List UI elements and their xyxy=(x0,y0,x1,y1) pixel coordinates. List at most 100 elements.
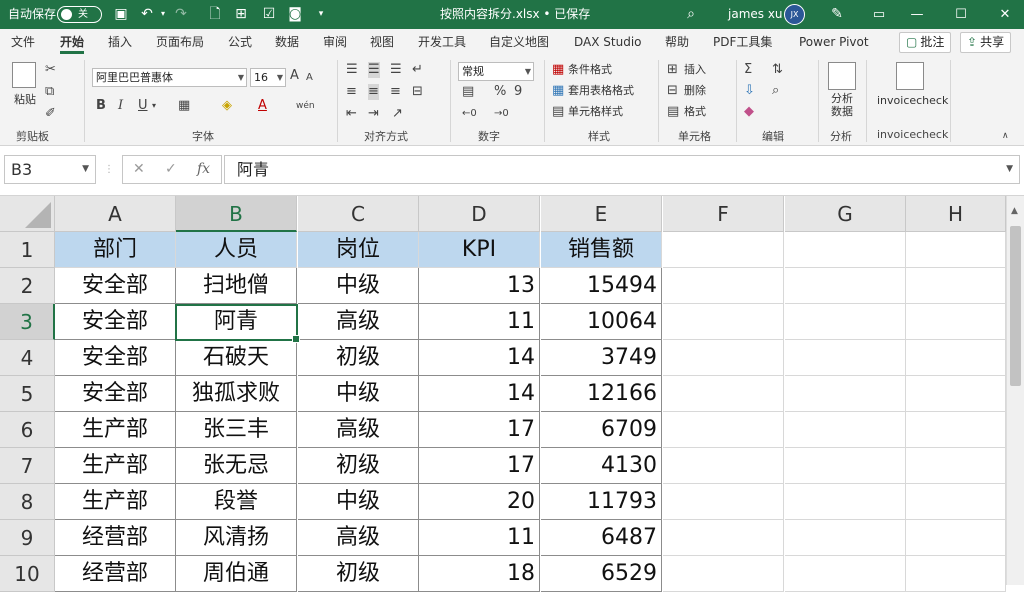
column-header-b[interactable]: B xyxy=(176,196,297,232)
table-cell[interactable]: 13 xyxy=(419,268,540,304)
empty-cell[interactable] xyxy=(785,232,906,268)
paste-icon[interactable] xyxy=(12,62,36,88)
align-center-icon[interactable]: ≡ xyxy=(368,84,379,100)
table-cell[interactable]: 20 xyxy=(419,484,540,520)
search-icon[interactable]: ⌕ xyxy=(682,5,700,23)
scroll-up-icon[interactable]: ▲ xyxy=(1011,206,1018,216)
align-middle-icon[interactable]: ☰ xyxy=(368,62,380,78)
cell-styles-button[interactable]: 单元格样式 xyxy=(568,104,623,120)
table-cell[interactable]: 安全部 xyxy=(55,340,176,376)
empty-cell[interactable] xyxy=(663,448,784,484)
cut-icon[interactable]: ✂ xyxy=(45,62,56,78)
delete-cells-icon[interactable]: ⊟ xyxy=(667,83,678,99)
conditional-format-button[interactable]: 条件格式 xyxy=(568,62,612,78)
vertical-scrollbar[interactable]: ▲ xyxy=(1006,196,1024,585)
empty-cell[interactable] xyxy=(785,448,906,484)
empty-cell[interactable] xyxy=(906,340,1006,376)
empty-cell[interactable] xyxy=(906,448,1006,484)
empty-cell[interactable] xyxy=(663,304,784,340)
empty-cell[interactable] xyxy=(906,376,1006,412)
empty-cell[interactable] xyxy=(906,268,1006,304)
empty-cell[interactable] xyxy=(785,556,906,592)
table-cell[interactable]: 10064 xyxy=(541,304,662,340)
table-cell[interactable]: 中级 xyxy=(298,484,419,520)
table-cell[interactable]: 17 xyxy=(419,448,540,484)
tab-power-pivot[interactable]: Power Pivot xyxy=(799,29,869,56)
empty-cell[interactable] xyxy=(663,556,784,592)
empty-cell[interactable] xyxy=(785,376,906,412)
tab-review[interactable]: 审阅 xyxy=(323,29,347,56)
table-header-cell[interactable]: 岗位 xyxy=(298,232,419,268)
align-bottom-icon[interactable]: ☰ xyxy=(390,62,402,78)
table-cell[interactable]: 安全部 xyxy=(55,268,176,304)
print-preview-icon[interactable]: ⊞ xyxy=(232,5,250,23)
scrollbar-thumb[interactable] xyxy=(1010,226,1021,386)
insert-cells-icon[interactable]: ⊞ xyxy=(667,62,678,78)
empty-cell[interactable] xyxy=(906,304,1006,340)
orientation-icon[interactable]: ↗ xyxy=(392,106,403,122)
drag-handle-icon[interactable]: ⋮ xyxy=(104,164,114,175)
table-cell[interactable]: 11 xyxy=(419,304,540,340)
empty-cell[interactable] xyxy=(663,520,784,556)
tab-help[interactable]: 帮助 xyxy=(665,29,689,56)
user-name[interactable]: james xu xyxy=(728,0,783,29)
empty-cell[interactable] xyxy=(663,484,784,520)
form-icon[interactable]: ☑ xyxy=(260,5,278,23)
table-cell[interactable]: 段誉 xyxy=(176,484,297,520)
cell-styles-icon[interactable]: ▤ xyxy=(552,104,564,120)
empty-cell[interactable] xyxy=(663,340,784,376)
decrease-indent-icon[interactable]: ⇤ xyxy=(346,106,357,122)
row-header-7[interactable]: 7 xyxy=(0,448,55,484)
maximize-icon[interactable]: ☐ xyxy=(942,0,980,29)
number-format-select[interactable]: 常规 ▼ xyxy=(458,62,534,81)
column-header-g[interactable]: G xyxy=(785,196,906,232)
empty-cell[interactable] xyxy=(663,232,784,268)
new-file-icon[interactable]: 🗋 xyxy=(206,5,224,23)
format-painter-icon[interactable]: ✐ xyxy=(45,106,56,122)
format-as-table-button[interactable]: 套用表格格式 xyxy=(568,83,634,99)
table-cell[interactable]: 14 xyxy=(419,376,540,412)
copy-icon[interactable]: ⧉ xyxy=(45,84,54,100)
align-top-icon[interactable]: ☰ xyxy=(346,62,358,78)
empty-cell[interactable] xyxy=(663,412,784,448)
autosum-icon[interactable]: Σ xyxy=(744,62,752,78)
empty-cell[interactable] xyxy=(663,268,784,304)
table-cell[interactable]: 安全部 xyxy=(55,376,176,412)
undo-dropdown-icon[interactable]: ▾ xyxy=(154,5,172,23)
table-cell[interactable]: 高级 xyxy=(298,412,419,448)
conditional-format-icon[interactable]: ▦ xyxy=(552,62,564,78)
row-header-3[interactable]: 3 xyxy=(0,304,55,340)
table-cell[interactable]: 初级 xyxy=(298,448,419,484)
table-cell[interactable]: 12166 xyxy=(541,376,662,412)
table-header-cell[interactable]: KPI xyxy=(419,232,540,268)
column-header-d[interactable]: D xyxy=(419,196,540,232)
analyze-data-icon[interactable] xyxy=(828,62,856,90)
share-button[interactable]: ⇪ 共享 xyxy=(960,32,1012,53)
empty-cell[interactable] xyxy=(785,340,906,376)
table-header-cell[interactable]: 销售额 xyxy=(541,232,662,268)
customize-toolbar-icon[interactable]: ▾ xyxy=(312,5,330,23)
row-header-5[interactable]: 5 xyxy=(0,376,55,412)
row-header-6[interactable]: 6 xyxy=(0,412,55,448)
spreadsheet-grid[interactable]: A B C D E F G H 1 2 3 4 5 6 7 8 9 10 部门 人员 岗位 KPI 销售额 安全部 扫地僧 中级 1… xyxy=(0,196,1024,592)
pen-icon[interactable]: ✎ xyxy=(828,5,846,23)
table-cell[interactable]: 15494 xyxy=(541,268,662,304)
table-cell[interactable]: 高级 xyxy=(298,520,419,556)
table-cell[interactable]: 张无忌 xyxy=(176,448,297,484)
italic-button[interactable]: I xyxy=(118,98,123,114)
font-name-select[interactable]: 阿里巴巴普惠体 ▼ xyxy=(92,68,247,87)
row-header-1[interactable]: 1 xyxy=(0,232,55,268)
comment-button[interactable]: ▢ 批注 xyxy=(899,32,952,53)
empty-cell[interactable] xyxy=(785,304,906,340)
wrap-text-icon[interactable]: ↵ xyxy=(412,62,423,78)
font-size-select[interactable]: 16 ▼ xyxy=(250,68,286,87)
empty-cell[interactable] xyxy=(785,412,906,448)
autosave-toggle[interactable]: 关 xyxy=(57,6,102,23)
minimize-icon[interactable]: — xyxy=(898,0,936,29)
table-cell[interactable]: 4130 xyxy=(541,448,662,484)
invoice-check-icon[interactable] xyxy=(896,62,924,90)
table-cell[interactable]: 阿青 xyxy=(176,304,297,340)
align-left-icon[interactable]: ≡ xyxy=(346,84,357,100)
table-cell[interactable]: 安全部 xyxy=(55,304,176,340)
table-cell[interactable]: 11 xyxy=(419,520,540,556)
